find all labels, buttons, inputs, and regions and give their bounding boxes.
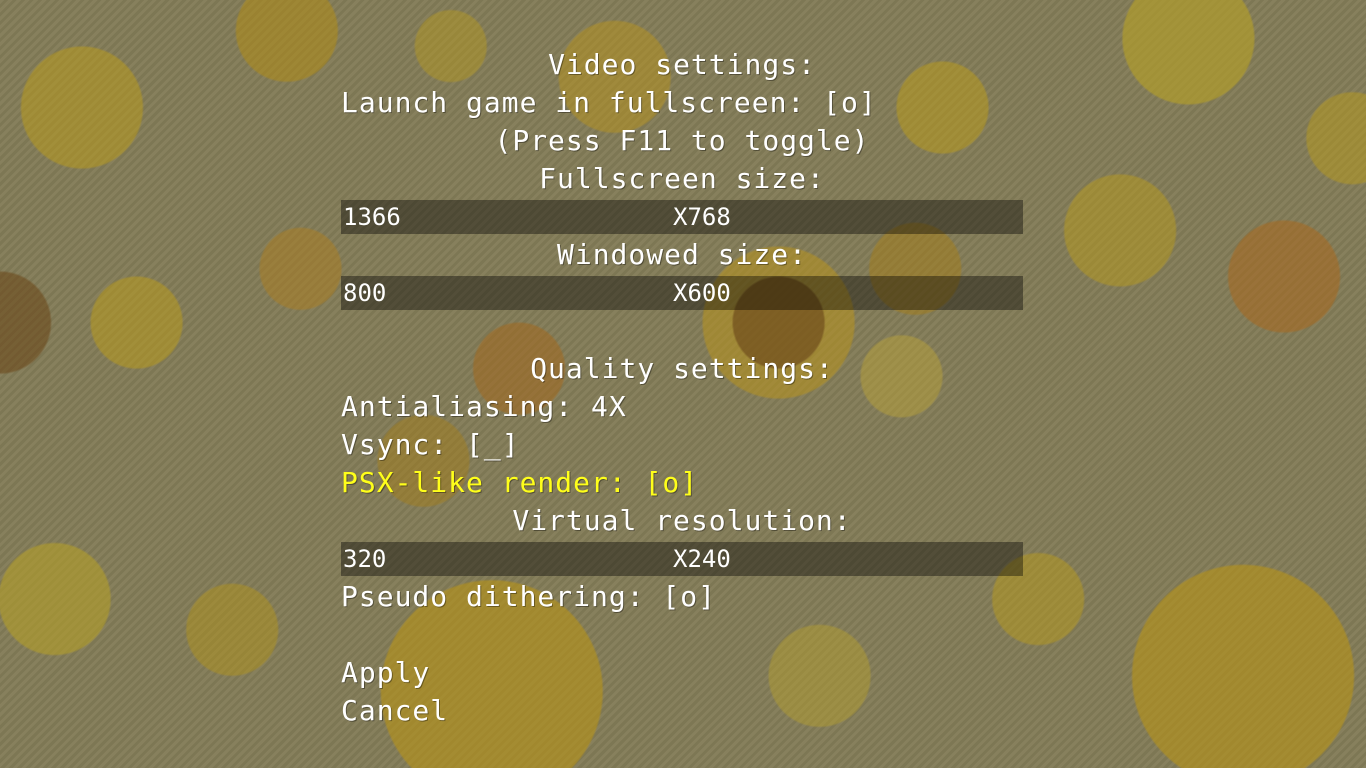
antialiasing-option[interactable]: Antialiasing: 4X: [341, 388, 1023, 426]
apply-button[interactable]: Apply: [341, 654, 1023, 692]
fullscreen-hint-text: (Press F11 to toggle): [494, 124, 870, 157]
cancel-button[interactable]: Cancel: [341, 692, 1023, 730]
windowed-height-field[interactable]: X600: [671, 276, 1023, 310]
settings-menu: Video settings: Launch game in fullscree…: [341, 46, 1023, 730]
virtual-resolution-row: 320 X240: [341, 540, 1023, 578]
pseudo-dithering-option[interactable]: Pseudo dithering: [o]: [341, 578, 1023, 616]
windowed-size-label: Windowed size:: [556, 238, 807, 271]
fullscreen-toggle-option[interactable]: Launch game in fullscreen: [o]: [341, 84, 1023, 122]
vsync-option[interactable]: Vsync: [_]: [341, 426, 1023, 464]
fullscreen-height-field[interactable]: X768: [671, 200, 1023, 234]
psx-render-option[interactable]: PSX-like render: [o]: [341, 464, 1023, 502]
quality-settings-heading: Quality settings:: [530, 352, 834, 385]
virtual-width-field[interactable]: 320: [341, 542, 671, 576]
fullscreen-width-field[interactable]: 1366: [341, 200, 671, 234]
video-settings-heading: Video settings:: [548, 48, 816, 81]
fullscreen-size-label: Fullscreen size:: [539, 162, 825, 195]
windowed-width-field[interactable]: 800: [341, 276, 671, 310]
fullscreen-size-row: 1366 X768: [341, 198, 1023, 236]
virtual-height-field[interactable]: X240: [671, 542, 1023, 576]
windowed-size-row: 800 X600: [341, 274, 1023, 312]
virtual-resolution-label: Virtual resolution:: [512, 504, 852, 537]
actions-spacer: [341, 616, 1023, 654]
